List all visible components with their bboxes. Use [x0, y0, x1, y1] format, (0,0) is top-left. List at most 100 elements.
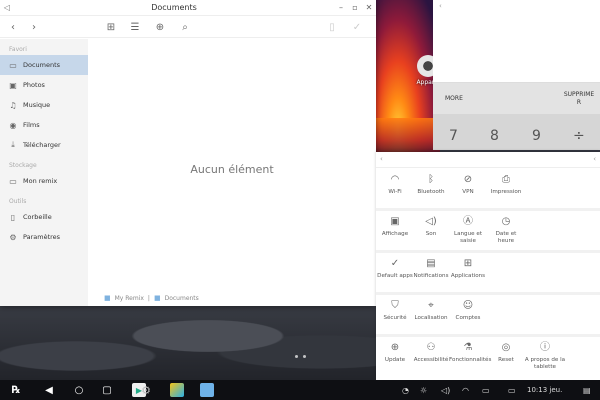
sort-icon[interactable]: ☰	[128, 20, 142, 34]
key-9[interactable]: 9	[532, 128, 541, 144]
window-back-icon[interactable]: ◁	[0, 3, 14, 12]
delete-button[interactable]: SUPPRIME R	[562, 91, 596, 107]
settings-language[interactable]: Ⓐ Langue et saisie	[449, 215, 487, 245]
settings-accounts[interactable]: ☺ Comptes	[449, 299, 487, 322]
settings-item-label: Langue et saisie	[453, 231, 483, 244]
sidebar-item-settings[interactable]: ⚙ Paramètres	[0, 227, 88, 247]
settings-notifications[interactable]: ▤ Notifications	[412, 257, 450, 280]
settings-security[interactable]: ⛉ Sécurité	[376, 299, 414, 322]
sidebar-item-documents[interactable]: ▭ Documents	[0, 55, 88, 75]
wifi-tray-icon[interactable]: ◠	[462, 383, 469, 397]
window-title: Documents	[151, 3, 197, 12]
calculator-titlebar: ‹	[439, 2, 442, 10]
folder-icon: ■	[104, 294, 111, 302]
clock[interactable]: 10:13 jeu.	[527, 383, 562, 397]
music-icon: ♫	[9, 100, 17, 110]
key-8[interactable]: 8	[490, 128, 499, 144]
brightness-icon[interactable]: ☼	[420, 383, 427, 397]
settings-grid: ◠ Wi-Fi ᛒ Bluetooth ⊘ VPN ⎙ Impression ▣…	[376, 169, 600, 379]
settings-default-apps[interactable]: ✓ Default apps	[376, 257, 414, 280]
settings-reset[interactable]: ◎ Reset	[487, 341, 525, 364]
home-nav-icon[interactable]: ○	[72, 383, 86, 397]
settings-close-icon[interactable]: ‹	[593, 152, 596, 167]
trash-toolbar-icon[interactable]: ▯	[325, 20, 339, 34]
update-icon: ⊕	[390, 342, 400, 353]
notifications-panel-icon[interactable]: ▤	[583, 383, 591, 397]
settings-about[interactable]: ⓘ A propos de la tablette	[524, 341, 566, 371]
battery-icon[interactable]: ▭	[508, 383, 516, 397]
settings-wifi[interactable]: ◠ Wi-Fi	[376, 173, 414, 196]
settings-vpn[interactable]: ⊘ VPN	[449, 173, 487, 196]
notification-icon: ▤	[426, 258, 436, 269]
settings-row: ✓ Default apps ▤ Notifications ⊞ Applica…	[376, 253, 600, 295]
folder-icon: ▭	[9, 60, 17, 70]
window-titlebar: ◁ Documents – ▫ ✕	[0, 0, 376, 16]
gallery-app-icon[interactable]	[170, 383, 184, 397]
settings-applications[interactable]: ⊞ Applications	[449, 257, 487, 280]
breadcrumb-separator: |	[147, 294, 150, 302]
new-folder-icon[interactable]: ⊕	[153, 20, 167, 34]
settings-printing[interactable]: ⎙ Impression	[487, 173, 525, 196]
settings-item-label: Applications	[450, 273, 486, 279]
film-icon: ◉	[9, 120, 17, 130]
settings-item-label: Affichage	[381, 231, 409, 237]
sidebar-item-music[interactable]: ♫ Musique	[0, 95, 88, 115]
vpn-icon: ⊘	[463, 174, 473, 185]
settings-back-icon[interactable]: ‹	[380, 152, 383, 167]
recents-nav-icon[interactable]: ▢	[100, 383, 114, 397]
minimize-icon[interactable]: –	[334, 3, 348, 12]
sidebar-item-photos[interactable]: ▣ Photos	[0, 75, 88, 95]
accessibility-icon: ⚇	[426, 342, 436, 353]
reset-icon: ◎	[501, 342, 511, 353]
grid-view-icon[interactable]: ⊞	[104, 20, 118, 34]
bluetooth-icon: ᛒ	[428, 174, 434, 185]
wifi-icon: ◠	[390, 174, 400, 185]
settings-update[interactable]: ⊕ Update	[376, 341, 414, 364]
timer-icon[interactable]: ◔	[402, 383, 409, 397]
sidebar-item-trash[interactable]: ▯ Corbeille	[0, 207, 88, 227]
back-nav-icon[interactable]: ◀	[42, 383, 56, 397]
account-icon: ☺	[462, 300, 474, 311]
settings-item-label: A propos de la tablette	[524, 357, 566, 370]
breadcrumb-item[interactable]: My Remix	[115, 295, 144, 302]
settings-item-label: Localisation	[414, 315, 448, 321]
file-list-area[interactable]: Aucun élément ■ My Remix | ■ Documents	[88, 39, 376, 306]
key-7[interactable]: 7	[449, 128, 458, 144]
volume-icon[interactable]: ◁)	[441, 383, 450, 397]
sidebar-item-my-remix[interactable]: ▭ Mon remix	[0, 171, 88, 191]
select-all-icon[interactable]: ✓	[350, 20, 364, 34]
download-icon: ⤓	[11, 140, 15, 149]
settings-bluetooth[interactable]: ᛒ Bluetooth	[412, 173, 450, 196]
breadcrumb-item[interactable]: Documents	[165, 295, 199, 302]
nav-back-icon[interactable]: ‹	[6, 20, 20, 34]
apps-grid-icon: ⊞	[463, 258, 473, 269]
maximize-icon[interactable]: ▫	[348, 3, 362, 12]
sidebar-item-label: Corbeille	[23, 213, 52, 221]
nav-forward-icon[interactable]: ›	[27, 20, 41, 34]
settings-display[interactable]: ▣ Affichage	[376, 215, 414, 238]
sidebar-item-downloads[interactable]: ⤓ Télécharger	[0, 135, 88, 155]
settings-item-label: Default apps	[377, 273, 413, 279]
start-menu-icon[interactable]: ℞	[8, 383, 24, 397]
settings-datetime[interactable]: ◷ Date et heure	[487, 215, 525, 245]
search-icon[interactable]: ⌕	[178, 20, 192, 34]
settings-location[interactable]: ⌖ Localisation	[412, 299, 450, 322]
settings-sound[interactable]: ◁) Son	[412, 215, 450, 238]
key-divide[interactable]: ÷	[573, 128, 585, 144]
notification-tray-icon[interactable]: ▭	[482, 383, 490, 397]
settings-item-label: Sécurité	[383, 315, 407, 321]
sidebar-category-favorites: Favori	[9, 46, 27, 53]
calculator-display	[433, 18, 600, 82]
settings-accessibility[interactable]: ⚇ Accessibilité	[412, 341, 450, 364]
settings-app-icon[interactable]: ⚙	[138, 383, 154, 397]
sidebar-item-label: Photos	[23, 81, 45, 89]
files-app-icon[interactable]	[200, 383, 214, 397]
settings-features[interactable]: ⚗ Fonctionnalités	[449, 341, 491, 364]
sidebar-item-films[interactable]: ◉ Films	[0, 115, 88, 135]
more-button[interactable]: MORE	[445, 95, 463, 102]
close-icon[interactable]: ✕	[362, 3, 376, 12]
settings-item-label: Wi-Fi	[388, 189, 402, 195]
settings-item-label: Notifications	[413, 273, 449, 279]
clock-icon: ◷	[501, 216, 511, 227]
image-icon: ▣	[9, 80, 17, 90]
